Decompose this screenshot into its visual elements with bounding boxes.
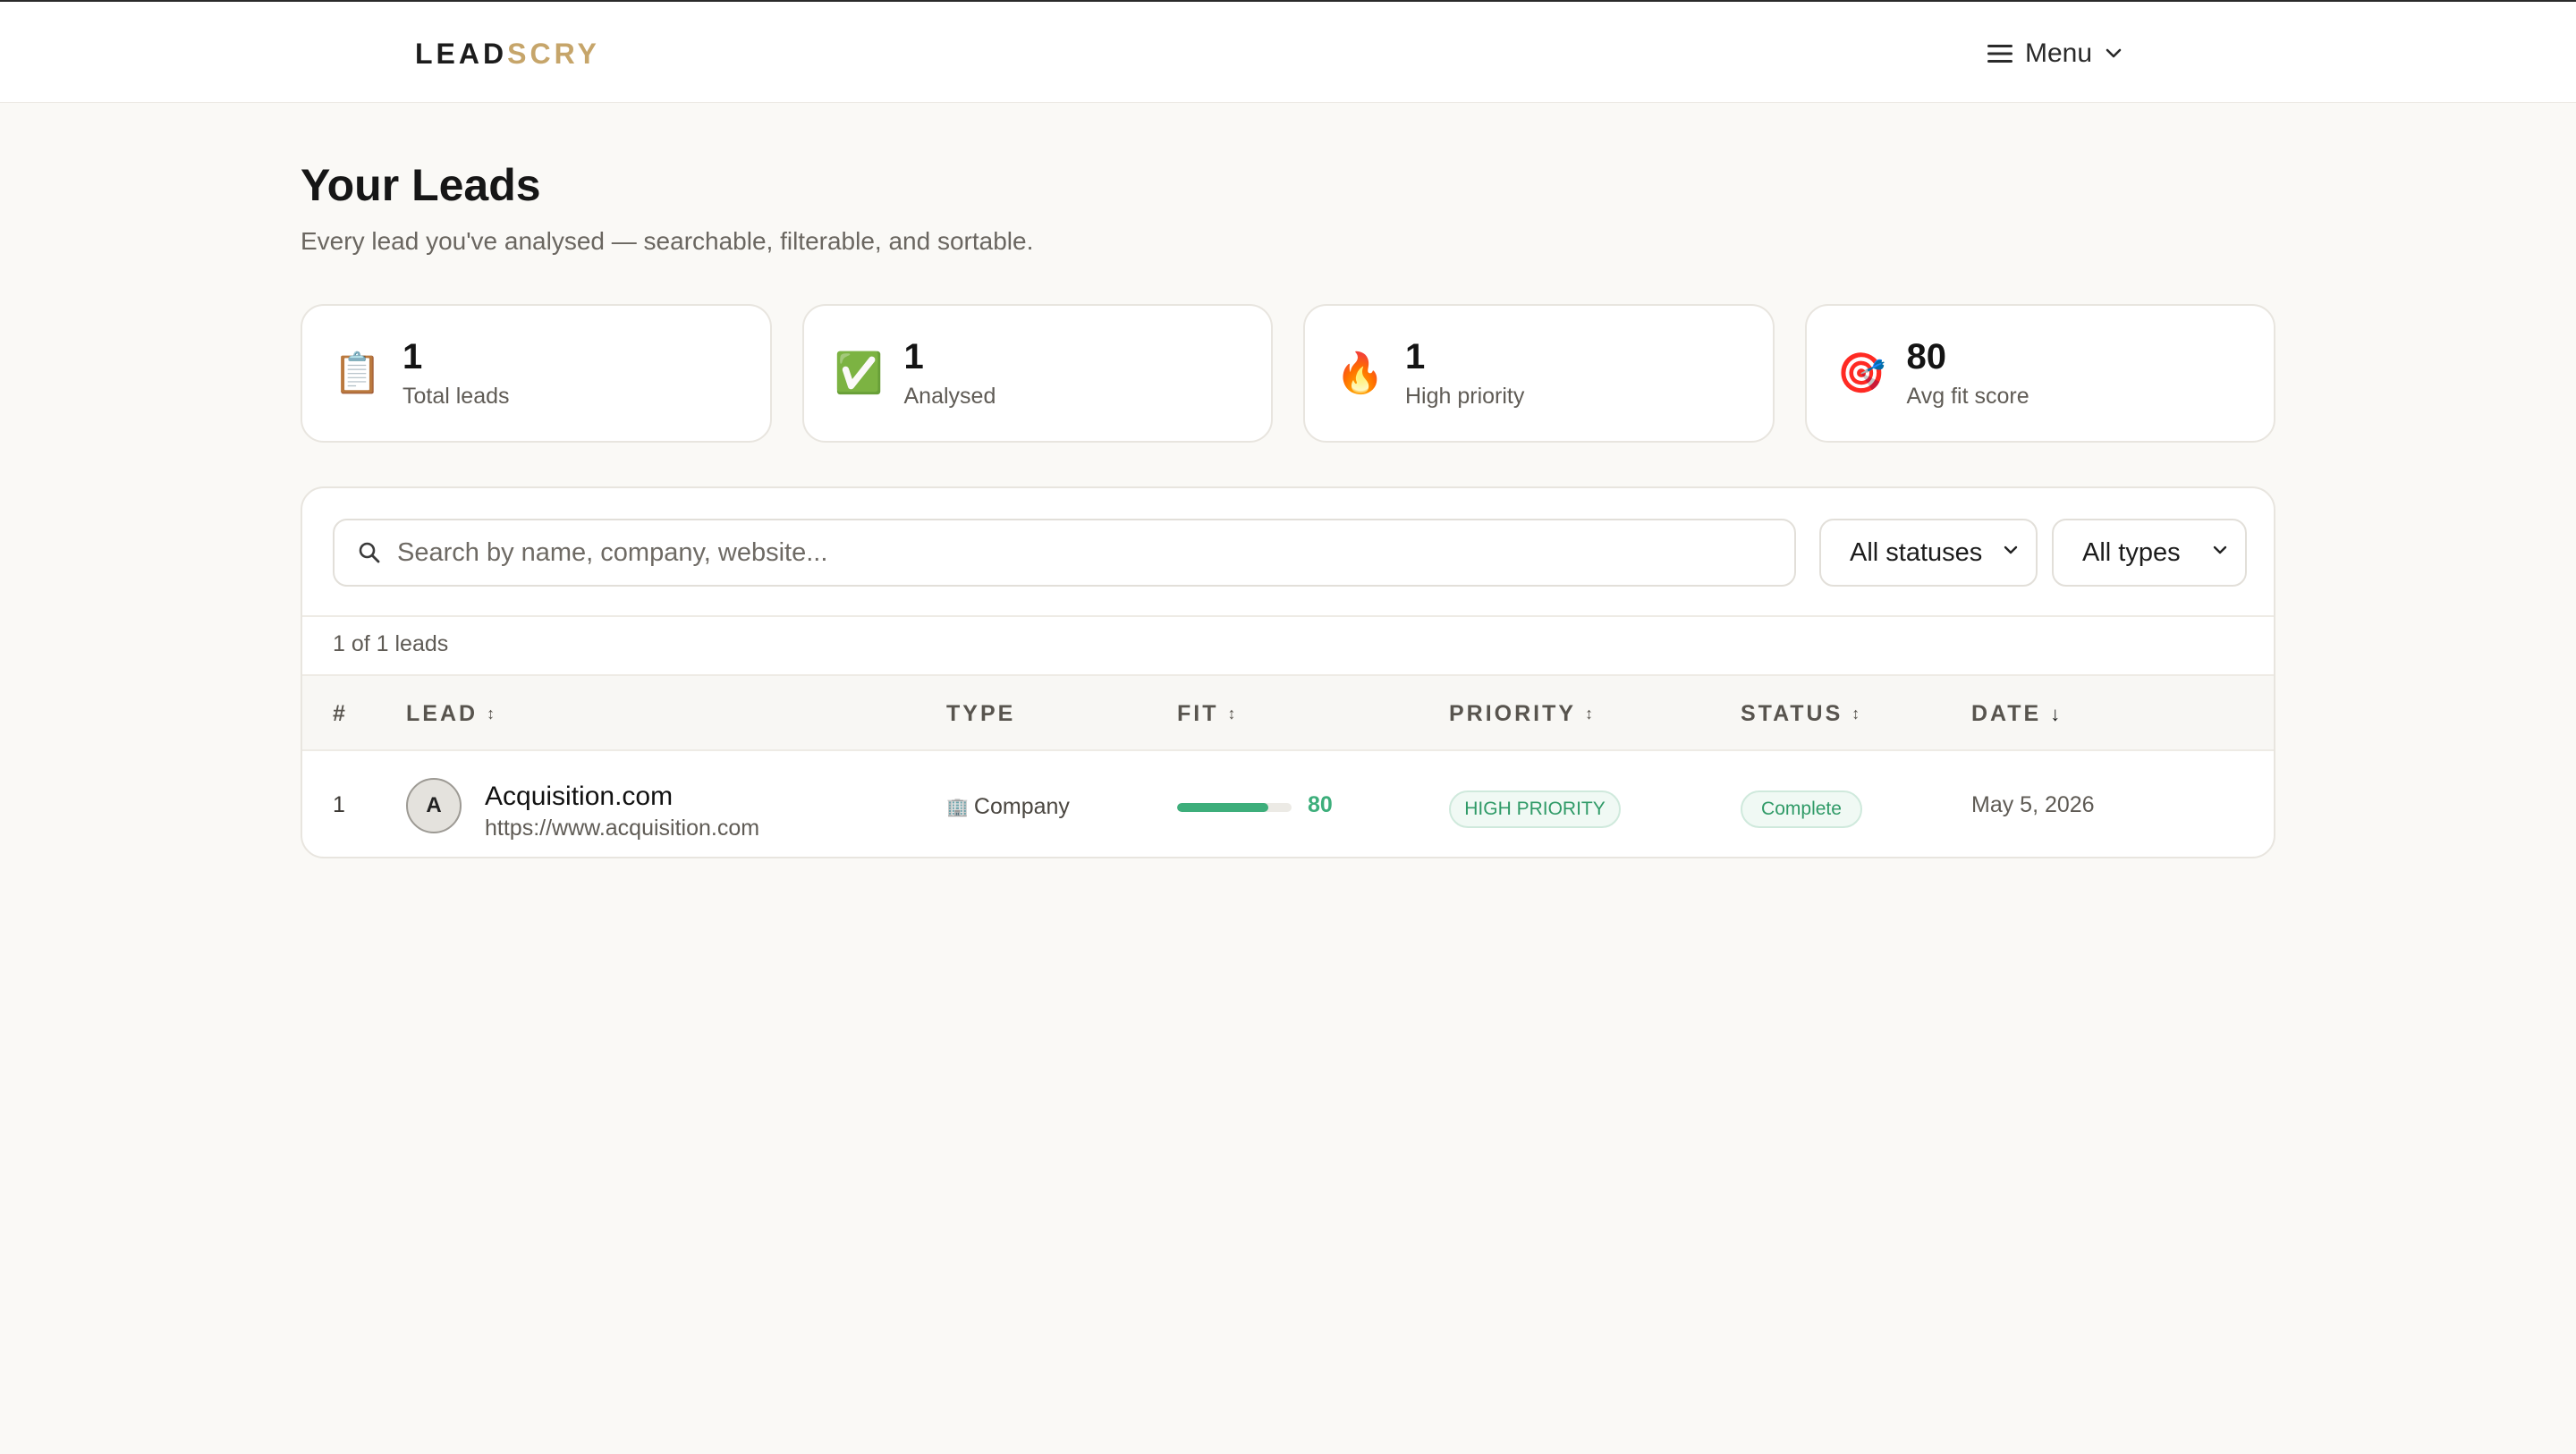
- column-label: STATUS: [1741, 701, 1843, 726]
- hamburger-icon: [1987, 45, 2012, 63]
- table-row[interactable]: 1 A Acquisition.com https://www.acquisit…: [302, 751, 2274, 857]
- building-icon: 🏢: [946, 798, 969, 817]
- fire-icon: 🔥: [1335, 351, 1385, 395]
- column-label: PRIORITY: [1449, 701, 1577, 726]
- search-input[interactable]: [397, 537, 1739, 568]
- top-navbar: LEADSCRY Menu: [0, 0, 2576, 103]
- stat-label: High priority: [1405, 384, 1525, 409]
- lead-url: https://www.acquisition.com: [485, 816, 760, 841]
- type-filter-value: All types: [2082, 537, 2181, 567]
- stat-value: 1: [402, 337, 423, 376]
- menu-label: Menu: [2025, 38, 2093, 68]
- search-icon: [359, 542, 380, 563]
- status-filter-value: All statuses: [1850, 537, 1983, 567]
- target-icon: 🎯: [1836, 351, 1886, 395]
- lead-name[interactable]: Acquisition.com: [485, 782, 673, 812]
- search-box[interactable]: [333, 519, 1796, 587]
- lead-type-label: Company: [973, 794, 1070, 819]
- check-mark-icon: ✅: [834, 351, 884, 395]
- avatar: A: [406, 778, 462, 833]
- column-header-date[interactable]: DATE ↓: [1971, 701, 2060, 727]
- sort-icon: ↕: [1585, 705, 1594, 723]
- menu-button[interactable]: Menu: [1987, 34, 2140, 73]
- sort-icon: ↕: [1227, 705, 1236, 723]
- clipboard-icon: 📋: [333, 351, 382, 395]
- logo-main: LEAD: [415, 38, 508, 70]
- fit-score-bar: [1177, 803, 1292, 812]
- fit-score-value: 80: [1308, 792, 1333, 817]
- column-header-fit[interactable]: FIT ↕: [1177, 701, 1236, 727]
- column-label: #: [333, 701, 348, 726]
- sort-icon: ↕: [1852, 705, 1860, 723]
- sort-icon: ↕: [487, 705, 496, 723]
- results-count: 1 of 1 leads: [333, 631, 449, 656]
- logo-accent: SCRY: [507, 38, 600, 70]
- column-header-status[interactable]: STATUS ↕: [1741, 701, 1860, 727]
- sort-descending-icon: ↓: [2050, 702, 2061, 725]
- stat-value: 1: [903, 337, 924, 376]
- status-badge: Complete: [1741, 790, 1862, 828]
- stat-label: Analysed: [903, 384, 996, 409]
- stat-label: Total leads: [402, 384, 510, 409]
- lead-date: May 5, 2026: [1971, 792, 2095, 817]
- lead-type: 🏢 Company: [946, 794, 1070, 820]
- column-label: LEAD: [406, 701, 479, 726]
- column-header-lead[interactable]: LEAD ↕: [406, 701, 495, 727]
- status-filter-select[interactable]: All statuses: [1819, 519, 2038, 587]
- column-header-index: #: [333, 701, 348, 727]
- stat-label: Avg fit score: [1906, 384, 2029, 409]
- table-header: # LEAD ↕ TYPE FIT ↕ PRIORITY ↕ STATUS ↕ …: [302, 674, 2274, 751]
- column-label: FIT: [1177, 701, 1219, 726]
- column-header-priority[interactable]: PRIORITY ↕: [1449, 701, 1593, 727]
- leads-panel: All statuses All types 1 of 1 leads # LE…: [301, 486, 2275, 858]
- stat-card-total-leads: 📋 1 Total leads: [301, 304, 772, 443]
- stats-row: 📋 1 Total leads ✅ 1 Analysed 🔥 1 High pr…: [301, 304, 2275, 443]
- column-label: DATE: [1971, 701, 2042, 726]
- stat-value: 1: [1405, 337, 1426, 376]
- stat-card-avg-fit-score: 🎯 80 Avg fit score: [1804, 304, 2275, 443]
- stat-value: 80: [1906, 337, 1947, 376]
- fit-score-fill: [1177, 803, 1269, 812]
- page-subtitle: Every lead you've analysed — searchable,…: [301, 227, 1034, 255]
- chevron-down-icon: [2004, 545, 2018, 554]
- page-title: Your Leads: [301, 160, 541, 210]
- logo[interactable]: LEADSCRY: [415, 38, 600, 71]
- chevron-down-icon: [2213, 545, 2227, 554]
- row-index: 1: [333, 792, 345, 817]
- divider: [302, 615, 2274, 617]
- priority-badge: HIGH PRIORITY: [1449, 790, 1621, 828]
- column-header-type: TYPE: [946, 701, 1015, 727]
- stat-card-high-priority: 🔥 1 High priority: [1303, 304, 1775, 443]
- stat-card-analysed: ✅ 1 Analysed: [801, 304, 1273, 443]
- column-label: TYPE: [946, 701, 1016, 726]
- type-filter-select[interactable]: All types: [2052, 519, 2247, 587]
- chevron-down-icon: [2106, 48, 2122, 58]
